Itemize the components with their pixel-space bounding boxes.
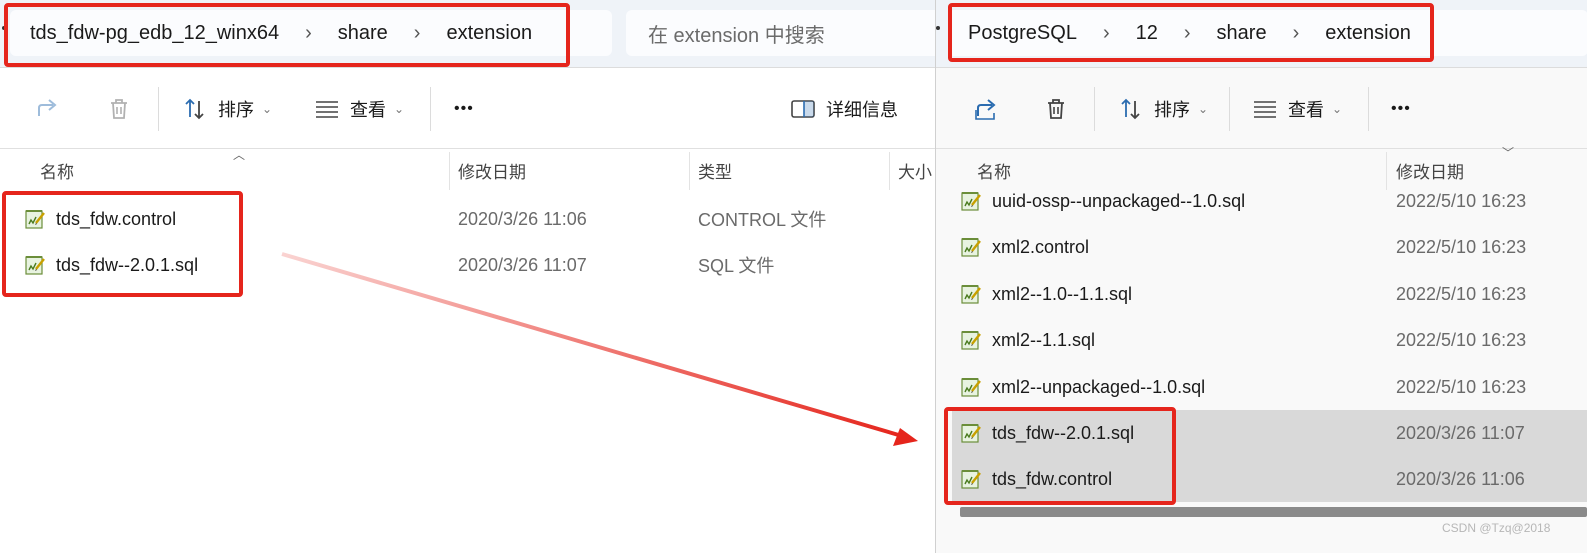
column-header-row: ︿ 名称 修改日期 类型 大小 [0, 148, 935, 190]
toolbar-divider [430, 87, 431, 131]
file-name: xml2--1.0--1.1.sql [992, 283, 1133, 304]
view-label: 查看 [1288, 100, 1324, 120]
more-icon: ••• [1391, 100, 1411, 117]
view-button[interactable]: 查看 ⌄ [314, 69, 404, 149]
file-row[interactable]: uuid-ossp--unpackaged--1.0.sql 2022/5/10 … [952, 178, 1587, 224]
trash-icon [1043, 96, 1069, 122]
file-row[interactable]: xml2--1.1.sql 2022/5/10 16:23 [952, 317, 1587, 363]
file-type: SQL 文件 [698, 256, 775, 276]
column-divider[interactable] [449, 152, 450, 190]
file-notepad-icon [961, 378, 981, 397]
share-icon [973, 96, 999, 122]
details-pane-button[interactable]: 详细信息 [790, 69, 898, 149]
toolbar-divider [1094, 87, 1095, 131]
trash-icon [106, 96, 132, 122]
file-type: CONTROL 文件 [698, 210, 827, 230]
more-icon: ••• [454, 100, 474, 117]
command-bar: 排序 ⌄ 查看 ⌄ ••• 详细信息 [0, 69, 935, 149]
sort-button[interactable]: 排序 ⌄ [1118, 69, 1208, 149]
column-header-modified[interactable]: 修改日期 [458, 150, 526, 190]
column-divider[interactable] [889, 152, 890, 190]
more-options-button[interactable]: ••• [454, 69, 474, 149]
annotation-box-source-files [2, 191, 243, 297]
view-icon [1252, 96, 1278, 122]
chevron-down-icon: ⌄ [1198, 102, 1209, 116]
horizontal-scrollbar[interactable] [960, 507, 1587, 517]
delete-button[interactable] [106, 69, 132, 149]
chevron-down-icon: ⌄ [262, 102, 273, 116]
sort-label: 排序 [1154, 100, 1190, 120]
view-icon [314, 96, 340, 122]
annotation-box-copied-files [944, 407, 1176, 505]
search-input[interactable]: 在 extension 中搜索 [626, 10, 935, 56]
share-icon [34, 96, 60, 122]
annotation-box-source-path [4, 3, 570, 67]
details-pane-icon [790, 96, 816, 122]
sort-icon [1118, 96, 1144, 122]
sort-button[interactable]: 排序 ⌄ [182, 69, 272, 149]
file-modified: 2022/5/10 16:23 [1396, 329, 1527, 350]
column-divider[interactable] [689, 152, 690, 190]
column-header-name[interactable]: 名称 [40, 150, 74, 190]
chevron-down-icon: ⌄ [1332, 102, 1343, 116]
sort-ascending-icon: ︿ [233, 148, 246, 162]
watermark: CSDN @Tzq@2018 [1442, 521, 1551, 535]
file-notepad-icon [961, 192, 981, 211]
column-header-size[interactable]: 大小 [898, 150, 932, 190]
file-modified: 2020/3/26 11:07 [1396, 422, 1525, 443]
file-row[interactable]: xml2--unpackaged--1.0.sql 2022/5/10 16:23 [952, 364, 1587, 410]
chevron-down-icon: ⌄ [394, 102, 405, 116]
file-row[interactable]: xml2--1.0--1.1.sql 2022/5/10 16:23 [952, 271, 1587, 317]
file-modified: 2022/5/10 16:23 [1396, 376, 1527, 397]
column-header-type[interactable]: 类型 [698, 150, 732, 190]
annotation-box-target-path [948, 3, 1434, 62]
file-modified: 2020/3/26 11:06 [1396, 468, 1525, 489]
sort-descending-icon: ﹀ [1502, 146, 1515, 160]
file-notepad-icon [961, 238, 981, 257]
toolbar-divider [158, 87, 159, 131]
file-modified: 2022/5/10 16:23 [1396, 283, 1527, 304]
share-button[interactable] [34, 69, 60, 149]
file-row[interactable]: xml2.control 2022/5/10 16:23 [952, 224, 1587, 270]
file-modified: 2022/5/10 16:23 [1396, 190, 1527, 211]
view-label: 查看 [350, 100, 386, 120]
command-bar: 排序 ⌄ 查看 ⌄ ••• [936, 69, 1587, 149]
sort-label: 排序 [218, 100, 254, 120]
overflow-dot [936, 26, 940, 30]
file-modified: 2020/3/26 11:07 [458, 254, 587, 275]
file-name: xml2--unpackaged--1.0.sql [992, 376, 1206, 397]
details-label: 详细信息 [826, 100, 898, 120]
toolbar-divider [1368, 87, 1369, 131]
file-notepad-icon [961, 331, 981, 350]
sort-icon [182, 96, 208, 122]
file-name: xml2.control [992, 236, 1090, 257]
delete-button[interactable] [1043, 69, 1069, 149]
toolbar-divider [1229, 87, 1230, 131]
view-button[interactable]: 查看 ⌄ [1252, 69, 1342, 149]
search-placeholder: 在 extension 中搜索 [648, 24, 825, 47]
file-name: uuid-ossp--unpackaged--1.0.sql [992, 190, 1246, 211]
file-modified: 2020/3/26 11:06 [458, 208, 587, 229]
file-modified: 2022/5/10 16:23 [1396, 236, 1527, 257]
file-name: xml2--1.1.sql [992, 329, 1096, 350]
more-options-button[interactable]: ••• [1391, 69, 1411, 149]
file-notepad-icon [961, 285, 981, 304]
share-button[interactable] [973, 69, 999, 149]
